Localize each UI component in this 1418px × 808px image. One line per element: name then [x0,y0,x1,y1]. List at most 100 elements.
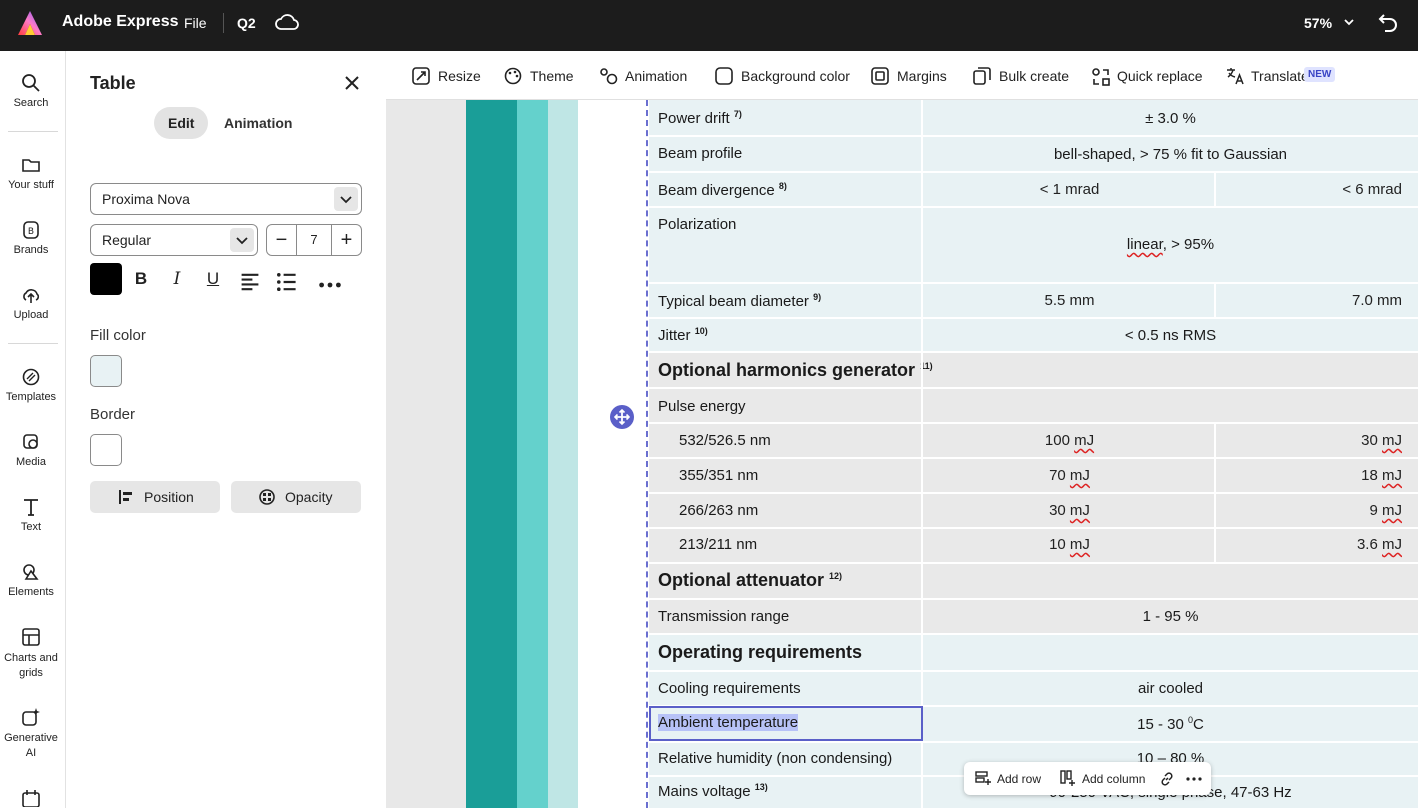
table-row[interactable]: 213/211 nm 10 mJ 3.6 mJ [649,529,1418,562]
row-label[interactable]: Typical beam diameter 9) [658,292,821,310]
row-value[interactable]: bell-shaped, > 75 % fit to Gaussian [923,146,1418,163]
adobe-express-logo[interactable] [16,9,44,37]
row-label[interactable]: Power drift 7) [658,109,742,127]
more-icon[interactable] [318,273,342,297]
section-heading[interactable]: Optional harmonics generator 11) [658,360,933,381]
table-row[interactable]: Optional harmonics generator 11) [649,353,1418,387]
rail-item-text[interactable]: Text [0,497,62,533]
table-row[interactable]: 532/526.5 nm 100 mJ 30 mJ [649,424,1418,457]
bulk-create-button[interactable]: Bulk create [973,67,1069,87]
table-row[interactable]: Optional attenuator 12) [649,564,1418,598]
font-size-value[interactable]: 7 [297,225,331,255]
rail-item-templates[interactable]: Templates [0,367,62,403]
decrease-button[interactable]: − [267,225,297,255]
row-label[interactable]: 213/211 nm [679,536,757,553]
translate-button[interactable]: Translate [1225,67,1309,87]
row-label[interactable]: Mains voltage 13) [658,782,768,800]
rail-item-media[interactable]: Media [0,432,62,468]
selected-cell[interactable] [649,706,923,741]
increase-button[interactable]: + [331,225,361,255]
row-value-1[interactable]: 30 mJ [923,502,1216,519]
opacity-button[interactable]: Opacity [231,481,361,513]
quick-replace-button[interactable]: Quick replace [1091,67,1203,87]
row-label[interactable]: Jitter 10) [658,326,708,344]
table-row[interactable]: Cooling requirements air cooled [649,672,1418,705]
cloud-icon[interactable] [275,12,299,32]
row-value-2[interactable]: 18 mJ [1216,467,1402,484]
zoom-level[interactable]: 57% [1304,15,1332,31]
file-menu[interactable]: File [184,15,207,31]
table-row[interactable]: Polarization linear, > 95% [649,208,1418,282]
row-label[interactable]: Beam divergence 8) [658,181,787,199]
row-value-1[interactable]: < 1 mrad [923,181,1216,198]
align-left-icon[interactable] [238,270,262,294]
section-heading[interactable]: Optional attenuator 12) [658,570,842,591]
row-label[interactable]: 532/526.5 nm [679,432,771,449]
rail-item-generative-ai[interactable]: Generative AI [0,707,62,761]
table-row[interactable]: 266/263 nm 30 mJ 9 mJ [649,494,1418,527]
tab-animation[interactable]: Animation [210,107,306,139]
row-value[interactable]: 15 - 30 0C [923,715,1418,733]
bullet-list-icon[interactable] [274,270,298,294]
more-icon[interactable] [1186,776,1202,782]
rail-item-search[interactable]: Search [0,73,62,109]
move-handle[interactable] [610,405,634,429]
rail-item-elements[interactable]: Elements [0,562,62,598]
rail-item-charts-and-grids[interactable]: Charts and grids [0,627,62,681]
tab-edit[interactable]: Edit [154,107,209,139]
row-value[interactable]: ± 3.0 % [923,110,1418,127]
row-label[interactable]: 266/263 nm [679,502,758,519]
row-value-2[interactable]: 9 mJ [1216,502,1402,519]
chevron-down-icon[interactable] [1343,15,1355,29]
row-label[interactable]: Relative humidity (non condensing) [658,750,892,767]
row-label[interactable]: Transmission range [658,608,789,625]
table-row[interactable]: Beam profile bell-shaped, > 75 % fit to … [649,137,1418,171]
row-label[interactable]: Cooling requirements [658,680,801,697]
row-value[interactable]: 1 - 95 % [923,608,1418,625]
italic-button[interactable]: I [165,267,189,291]
table-row[interactable]: 355/351 nm 70 mJ 18 mJ [649,459,1418,492]
row-value-1[interactable]: 10 mJ [923,536,1216,553]
row-value-1[interactable]: 70 mJ [923,467,1216,484]
fill-color-swatch[interactable] [90,355,122,387]
table-row[interactable]: Pulse energy [649,389,1418,422]
table-row[interactable]: Typical beam diameter 9) 5.5 mm 7.0 mm [649,284,1418,317]
link-icon[interactable] [1159,771,1175,787]
table-row[interactable]: Beam divergence 8) < 1 mrad < 6 mrad [649,173,1418,206]
calendar-icon[interactable] [21,789,41,807]
rail-item-brands[interactable]: B Brands [0,220,62,256]
theme-button[interactable]: Theme [504,67,574,87]
row-label[interactable]: Polarization [658,216,736,233]
row-value-2[interactable]: 3.6 mJ [1216,536,1402,553]
background-color-button[interactable]: Background color [715,67,850,87]
position-button[interactable]: Position [90,481,220,513]
underline-button[interactable]: U [201,267,225,291]
text-color-swatch[interactable] [90,263,122,295]
font-size-stepper[interactable]: − 7 + [266,224,362,256]
row-value[interactable]: air cooled [923,680,1418,697]
row-value-2[interactable]: 30 mJ [1216,432,1402,449]
table-row[interactable]: Power drift 7) ± 3.0 % [649,100,1418,135]
margins-button[interactable]: Margins [871,67,947,87]
rail-item-your-stuff[interactable]: Your stuff [0,155,62,191]
section-heading[interactable]: Operating requirements [658,642,862,663]
row-label[interactable]: 355/351 nm [679,467,758,484]
table-row[interactable]: Operating requirements [649,635,1418,670]
row-value-2[interactable]: 7.0 mm [1216,292,1402,309]
row-value[interactable]: < 0.5 ns RMS [923,327,1418,344]
table-row[interactable]: Transmission range 1 - 95 % [649,600,1418,633]
resize-button[interactable]: Resize [412,67,482,87]
row-label[interactable]: Beam profile [658,145,742,162]
close-icon[interactable] [344,75,360,91]
row-value-1[interactable]: 5.5 mm [923,292,1216,309]
font-style-select[interactable]: Regular [90,224,258,256]
animation-button[interactable]: Animation [599,67,689,87]
rail-item-upload[interactable]: Upload [0,285,62,321]
font-family-select[interactable]: Proxima Nova [90,183,362,215]
bold-button[interactable]: B [129,267,153,291]
border-color-swatch[interactable] [90,434,122,466]
table-row[interactable]: Jitter 10) < 0.5 ns RMS [649,319,1418,351]
row-value-1[interactable]: 100 mJ [923,432,1216,449]
row-value-2[interactable]: < 6 mrad [1216,181,1402,198]
row-label[interactable]: Pulse energy [658,398,746,415]
